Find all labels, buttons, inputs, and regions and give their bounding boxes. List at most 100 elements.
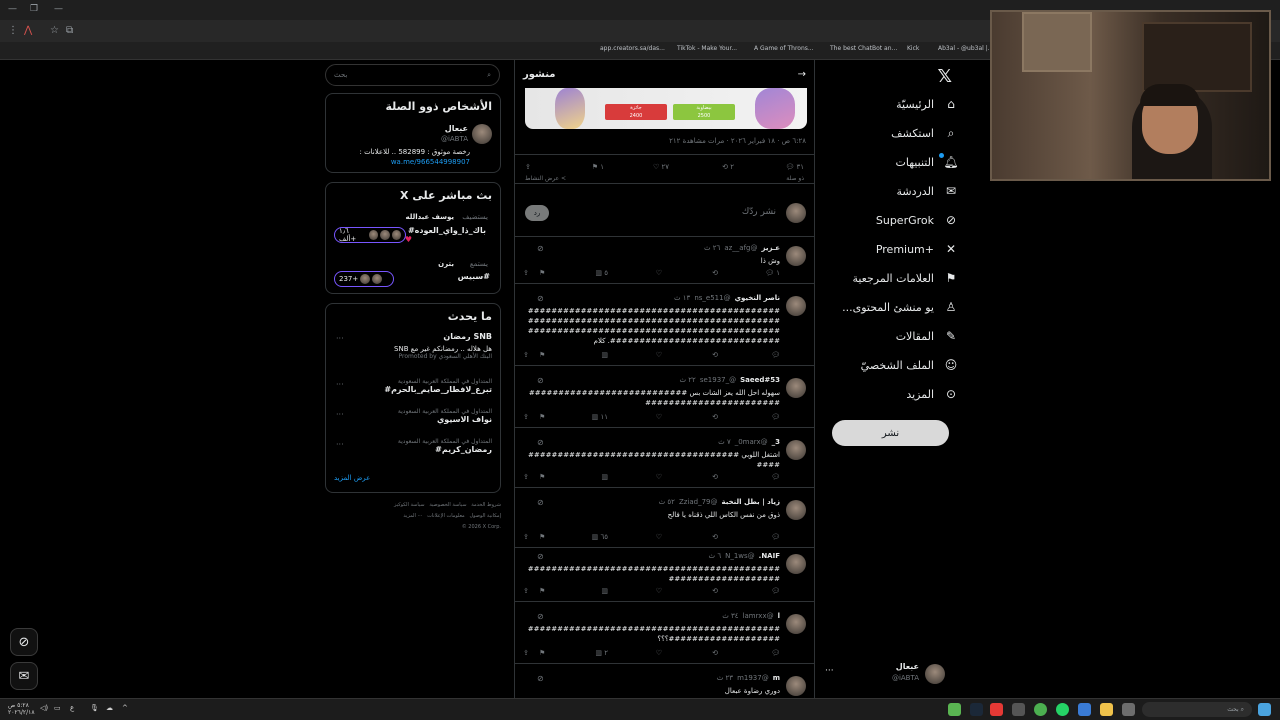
- bookmark-count[interactable]: ⚑ ١: [592, 163, 604, 171]
- reply-input[interactable]: نشر ردّك: [742, 207, 776, 217]
- bookmark-item[interactable]: Kick: [907, 45, 919, 52]
- mic-icon[interactable]: 🎙︎: [90, 704, 99, 712]
- whatsapp-app-icon[interactable]: [1056, 703, 1069, 716]
- retweet-icon[interactable]: ⟲: [712, 533, 718, 541]
- avatar[interactable]: [786, 296, 806, 316]
- like-count[interactable]: ♡ ٢٧: [653, 163, 669, 171]
- more-options-icon[interactable]: ···: [336, 380, 344, 389]
- retweet-count[interactable]: ⟲ ٢: [722, 163, 734, 171]
- show-more-link[interactable]: عرض المزيد: [334, 474, 370, 482]
- share-icon[interactable]: ⇪: [523, 473, 529, 481]
- language-icon[interactable]: ع: [70, 704, 74, 712]
- clock[interactable]: ٥:٢٨ ص ٢٠٢٦/٢/١٨: [8, 702, 35, 716]
- reply-button[interactable]: رد: [525, 205, 549, 221]
- x-logo-icon[interactable]: 𝕏: [937, 66, 952, 87]
- app-icon[interactable]: [990, 703, 1003, 716]
- retweet-icon[interactable]: ⟲: [712, 351, 718, 359]
- nav-creator-studio[interactable]: ♙ ...يو منشئ المحتوى: [842, 294, 958, 320]
- trend-item[interactable]: المتداول في المملكة العربية السعودية #رم…: [398, 438, 492, 454]
- reply-count[interactable]: 💬︎ ٣١: [785, 163, 804, 171]
- file-explorer-icon[interactable]: [1100, 703, 1113, 716]
- star-icon[interactable]: ☆: [50, 25, 59, 36]
- grok-icon[interactable]: ⊘: [537, 552, 544, 561]
- more-options-icon[interactable]: ···: [336, 410, 344, 419]
- views-icon[interactable]: ▥: [601, 351, 608, 359]
- reply-item[interactable]: ناصر النخيوي @ns_e511 ١٣ ث ⊘ #############…: [515, 288, 814, 366]
- tray-icon[interactable]: ☁: [106, 704, 113, 712]
- messages-float-button[interactable]: ✉: [10, 662, 38, 690]
- reply-author[interactable]: NAIF.: [759, 552, 780, 560]
- reply-item[interactable]: زياد | بطل النخبة @Zziad_79 ٥٢ ث ⊘ ذوق من …: [515, 492, 814, 548]
- reply-icon[interactable]: 💬︎: [771, 533, 780, 541]
- reply-author[interactable]: Saeed#53: [740, 376, 780, 384]
- bookmark-item[interactable]: The best ChatBot an...: [830, 45, 897, 52]
- reply-author[interactable]: عـزيز: [761, 244, 780, 252]
- kick-app-icon[interactable]: [948, 703, 961, 716]
- footer-link[interactable]: سياسة الكوكيز: [394, 502, 425, 508]
- reply-author[interactable]: m: [773, 674, 780, 682]
- bookmark-icon[interactable]: ⚑: [539, 413, 545, 421]
- like-icon[interactable]: ♡: [656, 473, 662, 481]
- reply-icon[interactable]: 💬︎: [771, 473, 780, 481]
- nav-profile[interactable]: ☺ الملف الشخصيّ: [861, 352, 958, 378]
- views-icon[interactable]: ▥: [601, 473, 608, 481]
- reply-item[interactable]: NAIF. @N_1ws ٦ ث ⊘ #######################…: [515, 546, 814, 602]
- share-icon[interactable]: ⇪: [523, 533, 529, 541]
- grok-icon[interactable]: ⊘: [537, 244, 544, 253]
- bookmark-item[interactable]: app.creators.sa/das...: [600, 45, 665, 52]
- nav-notifications[interactable]: 🔔︎ التنبيهات: [896, 149, 959, 175]
- avatar[interactable]: [786, 614, 806, 634]
- reply-icon[interactable]: 💬︎: [771, 351, 780, 359]
- grok-float-button[interactable]: ⊘: [10, 628, 38, 656]
- bookmark-item[interactable]: Ab3al - @ub3al |...: [938, 45, 993, 52]
- share-icon[interactable]: ⇪: [523, 413, 529, 421]
- footer-link[interactable]: شروط الخدمة: [471, 502, 501, 508]
- grok-icon[interactable]: ⊘: [537, 612, 544, 621]
- reply-author[interactable]: ناصر النخيوي: [735, 294, 780, 302]
- nav-explore[interactable]: ⌕ استكشف: [891, 120, 958, 146]
- minimize-icon[interactable]: —: [8, 4, 17, 14]
- reply-author[interactable]: 3_: [772, 438, 780, 446]
- menu-dots-icon[interactable]: ⋮: [8, 25, 18, 36]
- start-icon[interactable]: [1258, 703, 1271, 716]
- chrome-app-icon[interactable]: [1034, 703, 1047, 716]
- trend-item[interactable]: رمضان SNB SNB هل هلاله .. رمضانكم غير مع…: [394, 332, 492, 360]
- share-icon[interactable]: ⇪: [525, 163, 531, 171]
- view-activity-link[interactable]: عرض النشاط <: [525, 175, 566, 182]
- account-switcher[interactable]: عبعال @iABTA ···: [825, 660, 945, 690]
- reply-icon[interactable]: 💬︎ ١: [765, 269, 780, 277]
- like-icon[interactable]: ♡: [656, 649, 662, 657]
- live-host[interactable]: بترن: [438, 260, 454, 268]
- reply-author[interactable]: l: [778, 612, 780, 620]
- volume-icon[interactable]: ◁): [40, 704, 48, 712]
- bookmark-item[interactable]: TikTok - Make Your...: [677, 45, 737, 52]
- network-icon[interactable]: ▭: [54, 704, 61, 712]
- retweet-icon[interactable]: ⟲: [712, 587, 718, 595]
- retweet-icon[interactable]: ⟲: [712, 269, 718, 277]
- share-icon[interactable]: ⇪: [523, 351, 529, 359]
- bookmark-item[interactable]: A Game of Throns...: [754, 45, 814, 52]
- post-media[interactable]: جائزة 2400 بيضاوية 2500: [525, 88, 807, 129]
- chevron-up-icon[interactable]: ^: [122, 704, 128, 712]
- nav-articles[interactable]: ✎ المقالات: [896, 323, 958, 349]
- avatar[interactable]: [786, 440, 806, 460]
- nav-premium[interactable]: ✕ Premium+: [876, 236, 958, 262]
- avatar[interactable]: [786, 246, 806, 266]
- views-icon[interactable]: ▥: [601, 587, 608, 595]
- like-icon[interactable]: ♡: [656, 587, 662, 595]
- views-icon[interactable]: ▥ ١١: [592, 413, 608, 421]
- search-input[interactable]: بحث ⌕: [325, 64, 500, 86]
- footer-link[interactable]: سياسة الخصوصية: [429, 502, 466, 508]
- grok-icon[interactable]: ⊘: [537, 294, 544, 303]
- trend-item[interactable]: المتداول في المملكة العربية السعودية نوا…: [398, 408, 492, 424]
- nav-bookmarks[interactable]: ⚑ العلامات المرجعية: [852, 265, 958, 291]
- screenshot-icon[interactable]: ⧉: [66, 25, 73, 36]
- person-link[interactable]: wa.me/966544998907: [391, 158, 470, 166]
- share-icon[interactable]: ⇪: [523, 587, 529, 595]
- like-icon[interactable]: ♡: [656, 413, 662, 421]
- avatar[interactable]: [786, 500, 806, 520]
- bookmark-icon[interactable]: ⚑: [539, 533, 545, 541]
- views-icon[interactable]: ▥ ٥: [595, 269, 608, 277]
- nav-chat[interactable]: ✉ الدردشة: [896, 178, 958, 204]
- close-window-icon[interactable]: —: [54, 4, 63, 14]
